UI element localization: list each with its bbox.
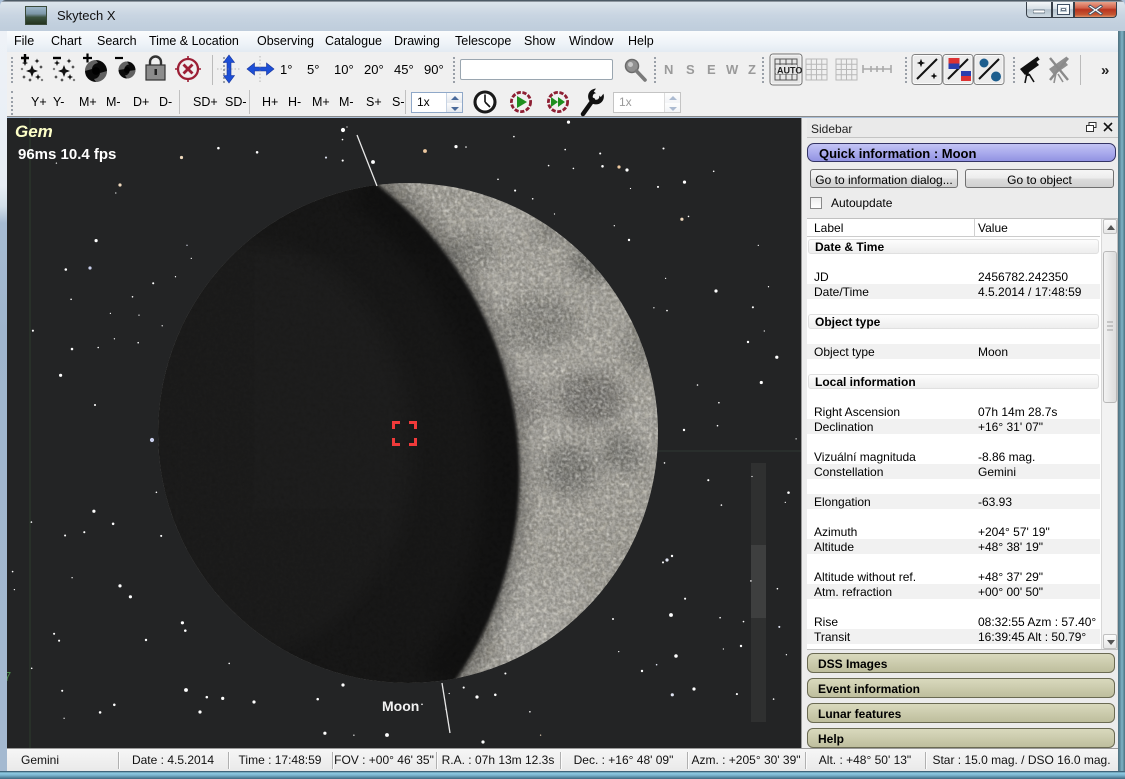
svg-text:S-: S- [392,95,405,109]
svg-text:Gem: Gem [15,122,53,141]
svg-text:W: W [726,62,739,77]
svg-text:SD+: SD+ [193,95,218,109]
svg-text:5°: 5° [307,62,319,77]
svg-text:10°: 10° [334,62,354,77]
svg-text:Z: Z [748,62,756,77]
svg-text:M-: M- [339,95,354,109]
svg-text:45°: 45° [394,62,414,77]
svg-text:D-: D- [159,95,172,109]
svg-text:M-: M- [106,95,121,109]
svg-text:Y+: Y+ [31,95,47,109]
svg-text:»: » [1101,62,1109,79]
svg-text:S: S [686,62,695,77]
svg-text:Y-: Y- [53,95,64,109]
svg-text:AUTO: AUTO [777,66,802,76]
svg-text:H+: H+ [262,95,278,109]
svg-text:20°: 20° [364,62,384,77]
svg-text:Moon: Moon [382,698,419,714]
svg-text:E: E [707,62,716,77]
svg-text:96ms 10.4 fps: 96ms 10.4 fps [18,146,116,163]
svg-text:H-: H- [288,95,301,109]
svg-text:7: 7 [7,669,11,684]
svg-text:N: N [664,62,673,77]
svg-text:M+: M+ [312,95,330,109]
svg-text:90°: 90° [424,62,444,77]
svg-text:SD-: SD- [225,95,247,109]
svg-text:S+: S+ [366,95,382,109]
svg-text:D+: D+ [133,95,149,109]
svg-text:M+: M+ [79,95,97,109]
svg-text:1°: 1° [280,62,292,77]
